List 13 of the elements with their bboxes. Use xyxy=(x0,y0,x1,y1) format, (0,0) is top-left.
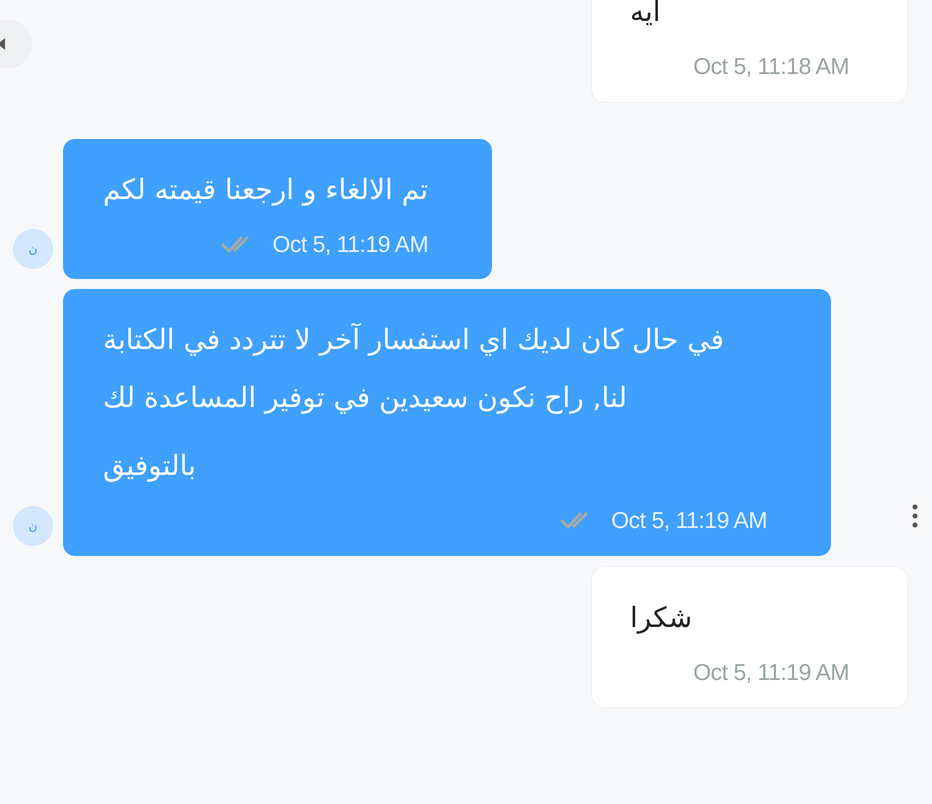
message-text: تم الالغاء و ارجعنا قيمته لكم xyxy=(103,172,428,208)
more-icon xyxy=(912,504,918,528)
message-text: شكرا xyxy=(630,600,694,636)
timestamp: Oct 5, 11:19 AM xyxy=(611,506,767,535)
avatar: ن xyxy=(13,229,53,269)
message-text: ايه xyxy=(630,0,662,30)
back-icon xyxy=(0,38,6,50)
message-text: بالتوفيق xyxy=(103,448,197,484)
timestamp: Oct 5, 11:18 AM xyxy=(693,52,849,81)
message-text: في حال كان لديك اي استفسار آخر لا تتردد في الكتابة لنا, راح نكون سعيدين في توفير المساعدة لك xyxy=(103,322,725,416)
avatar: ن xyxy=(13,506,53,546)
timestamp: Oct 5, 11:19 AM xyxy=(693,658,849,686)
timestamp: Oct 5, 11:19 AM xyxy=(272,230,428,258)
